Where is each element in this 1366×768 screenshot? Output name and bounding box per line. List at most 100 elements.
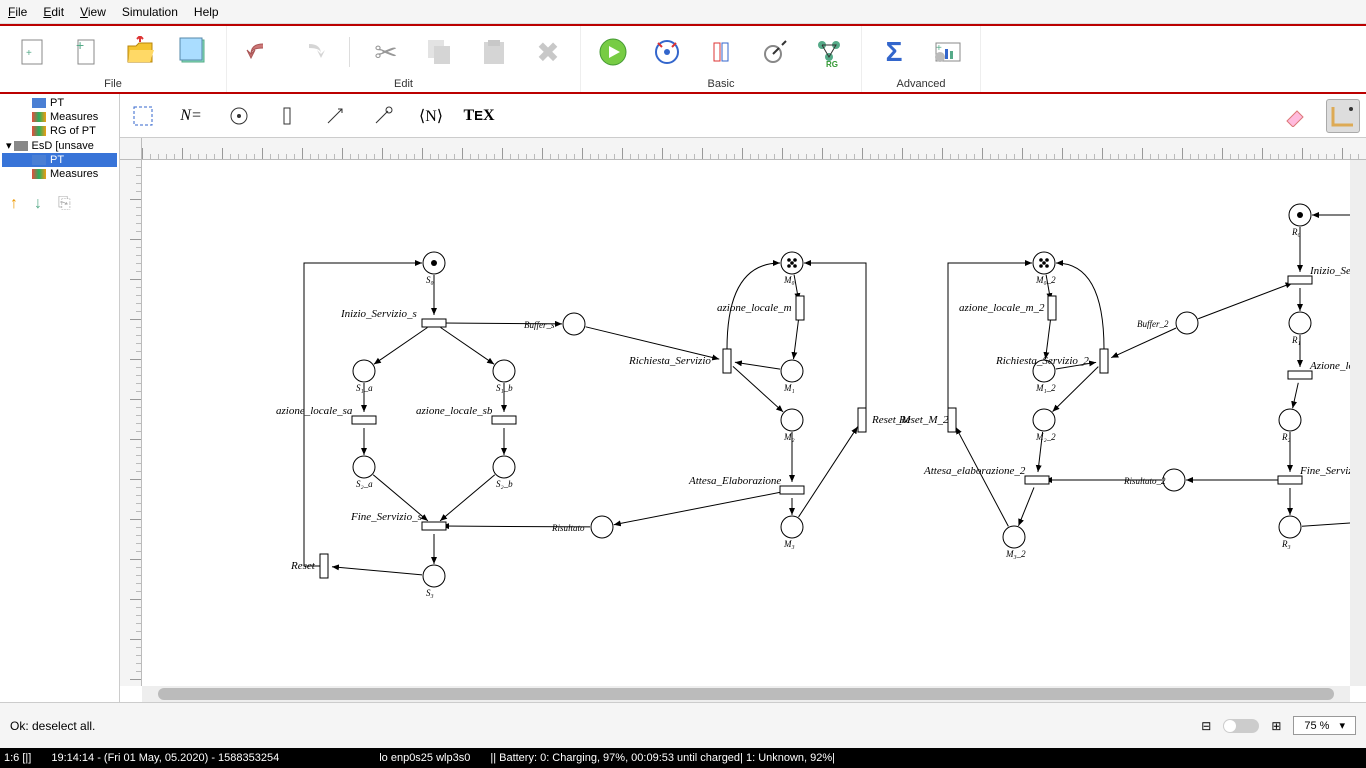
svg-text:R₃: R₃ bbox=[1281, 539, 1291, 549]
tree-item-4[interactable]: PT bbox=[2, 153, 117, 167]
sys-batt: || Battery: 0: Charging, 97%, 00:09:53 u… bbox=[490, 752, 835, 764]
svg-text:S₂_b: S₂_b bbox=[496, 479, 513, 489]
token-game-button[interactable] bbox=[649, 34, 685, 70]
measure-button[interactable] bbox=[757, 34, 793, 70]
ruler-horizontal bbox=[142, 138, 1366, 160]
main-toolbar: + + File ✂ ✖ Edit RG Basic Σ bbox=[0, 24, 1366, 94]
tex-tool[interactable]: TEX bbox=[462, 99, 496, 133]
menu-edit[interactable]: Edit bbox=[43, 5, 64, 19]
menubar: FFileile Edit View Simulation Help bbox=[0, 0, 1366, 24]
statusbar: Ok: deselect all. ⊟ ⊞ 75 %▾ bbox=[0, 702, 1366, 748]
svg-text:M₀: M₀ bbox=[783, 275, 795, 285]
svg-text:S₁_a: S₁_a bbox=[356, 383, 373, 393]
cut-button[interactable]: ✂ bbox=[368, 34, 404, 70]
svg-text:R₁: R₁ bbox=[1291, 335, 1301, 345]
eraser-tool[interactable] bbox=[1278, 99, 1312, 133]
menu-simulation[interactable]: Simulation bbox=[122, 5, 178, 19]
svg-text:Attesa_elaborazione_2: Attesa_elaborazione_2 bbox=[923, 465, 1026, 477]
delete-button[interactable]: ✖ bbox=[530, 34, 566, 70]
copy-button[interactable] bbox=[422, 34, 458, 70]
transition-tool[interactable] bbox=[270, 99, 304, 133]
sys-pos: 1:6 [|] bbox=[4, 752, 31, 764]
svg-text:Azione_locale: Azione_locale bbox=[1309, 360, 1350, 372]
menu-file[interactable]: FFileile bbox=[8, 5, 27, 19]
ruler-tool[interactable] bbox=[1326, 99, 1360, 133]
paste-button[interactable] bbox=[476, 34, 512, 70]
svg-text:M₀_2: M₀_2 bbox=[1035, 275, 1056, 285]
marking-tool[interactable]: N= bbox=[174, 99, 208, 133]
svg-text:Reset_M_2: Reset_M_2 bbox=[898, 414, 949, 426]
svg-text:S₀: S₀ bbox=[426, 275, 434, 285]
zoom-value[interactable]: 75 %▾ bbox=[1293, 716, 1356, 735]
advanced-analysis-button[interactable]: + bbox=[930, 34, 966, 70]
svg-text:Attesa_Elaborazione: Attesa_Elaborazione bbox=[688, 475, 781, 487]
move-up-button[interactable]: ↑ bbox=[10, 195, 18, 213]
menu-help[interactable]: Help bbox=[194, 5, 219, 19]
inhibitor-arc-tool[interactable] bbox=[366, 99, 400, 133]
chevron-down-icon: ▾ bbox=[1339, 719, 1345, 732]
sigma-button[interactable]: Σ bbox=[876, 34, 912, 70]
open-button[interactable] bbox=[122, 34, 158, 70]
svg-text:Buffer_2: Buffer_2 bbox=[1137, 319, 1169, 329]
svg-text:Risultato: Risultato bbox=[551, 523, 585, 533]
svg-text:M₂_2: M₂_2 bbox=[1035, 432, 1056, 442]
palette-toolbar: N= ⟨N⟩ TEX bbox=[120, 94, 1366, 138]
svg-text:Risultato_2: Risultato_2 bbox=[1123, 476, 1166, 486]
group-label-advanced: Advanced bbox=[897, 78, 946, 92]
svg-text:+: + bbox=[936, 43, 942, 54]
canvas[interactable]: S₀S₁_aS₁_bS₂_aS₂_bS₃Buffer_sRisultatoM₀M… bbox=[120, 138, 1366, 702]
save-button[interactable] bbox=[176, 34, 212, 70]
horizontal-scrollbar[interactable] bbox=[142, 686, 1350, 702]
svg-text:Fine_Servizio_s: Fine_Servizio_s bbox=[350, 511, 422, 523]
move-down-button[interactable]: ↓ bbox=[34, 195, 42, 213]
arc-tool[interactable] bbox=[318, 99, 352, 133]
project-tree: PTMeasuresRG of PT▾EsD [unsavePTMeasures… bbox=[0, 94, 120, 702]
sys-time: 19:14:14 - (Fri 01 May, 05.2020) - 15883… bbox=[51, 752, 279, 764]
svg-text:S₁_b: S₁_b bbox=[496, 383, 513, 393]
svg-text:M₂: M₂ bbox=[783, 432, 795, 442]
new-page-button[interactable]: + bbox=[68, 34, 104, 70]
svg-text:Inizio_Servizio_r: Inizio_Servizio_r bbox=[1309, 265, 1350, 277]
zoom-in-button[interactable]: ⊞ bbox=[1271, 719, 1281, 733]
zoom-slider[interactable] bbox=[1223, 719, 1259, 733]
place-tool[interactable] bbox=[222, 99, 256, 133]
status-text: Ok: deselect all. bbox=[10, 719, 95, 733]
tree-item-5[interactable]: Measures bbox=[2, 167, 117, 181]
svg-text:azione_locale_m_2: azione_locale_m_2 bbox=[959, 302, 1045, 314]
unfold-button[interactable] bbox=[703, 34, 739, 70]
svg-text:+: + bbox=[26, 48, 32, 59]
svg-text:Inizio_Servizio_s: Inizio_Servizio_s bbox=[340, 308, 417, 320]
group-label-edit: Edit bbox=[394, 78, 413, 92]
tree-item-1[interactable]: Measures bbox=[2, 110, 117, 124]
select-tool[interactable] bbox=[126, 99, 160, 133]
ruler-vertical bbox=[120, 160, 142, 686]
group-label-basic: Basic bbox=[708, 78, 735, 92]
petri-net-diagram[interactable]: S₀S₁_aS₁_bS₂_aS₂_bS₃Buffer_sRisultatoM₀M… bbox=[142, 160, 1350, 686]
svg-text:azione_locale_sb: azione_locale_sb bbox=[416, 405, 493, 417]
menu-view[interactable]: View bbox=[80, 5, 106, 19]
rg-button[interactable]: RG bbox=[811, 34, 847, 70]
system-bar: 1:6 [|] 19:14:14 - (Fri 01 May, 05.2020)… bbox=[0, 748, 1366, 768]
tree-item-0[interactable]: PT bbox=[2, 96, 117, 110]
svg-text:azione_locale_m: azione_locale_m bbox=[717, 302, 792, 314]
duplicate-button[interactable]: ⎘ bbox=[58, 195, 71, 213]
svg-text:+: + bbox=[76, 37, 84, 53]
svg-text:Richiesta_Servizio: Richiesta_Servizio bbox=[628, 355, 711, 367]
svg-text:M₃: M₃ bbox=[783, 539, 795, 549]
svg-text:Reset: Reset bbox=[290, 560, 316, 572]
tree-item-2[interactable]: RG of PT bbox=[2, 124, 117, 138]
zoom-out-button[interactable]: ⊟ bbox=[1201, 719, 1211, 733]
svg-text:M₁_2: M₁_2 bbox=[1035, 383, 1056, 393]
svg-text:azione_locale_sa: azione_locale_sa bbox=[276, 405, 353, 417]
sys-net: lo enp0s25 wlp3s0 bbox=[379, 752, 470, 764]
play-button[interactable] bbox=[595, 34, 631, 70]
svg-text:R₀: R₀ bbox=[1291, 227, 1301, 237]
new-net-button[interactable]: + bbox=[14, 34, 50, 70]
redo-button[interactable] bbox=[295, 34, 331, 70]
annotation-tool[interactable]: ⟨N⟩ bbox=[414, 99, 448, 133]
svg-text:S₃: S₃ bbox=[426, 588, 434, 598]
tree-item-3[interactable]: ▾EsD [unsave bbox=[2, 138, 117, 153]
svg-text:Buffer_s: Buffer_s bbox=[524, 320, 555, 330]
vertical-scrollbar[interactable] bbox=[1350, 160, 1366, 686]
undo-button[interactable] bbox=[241, 34, 277, 70]
